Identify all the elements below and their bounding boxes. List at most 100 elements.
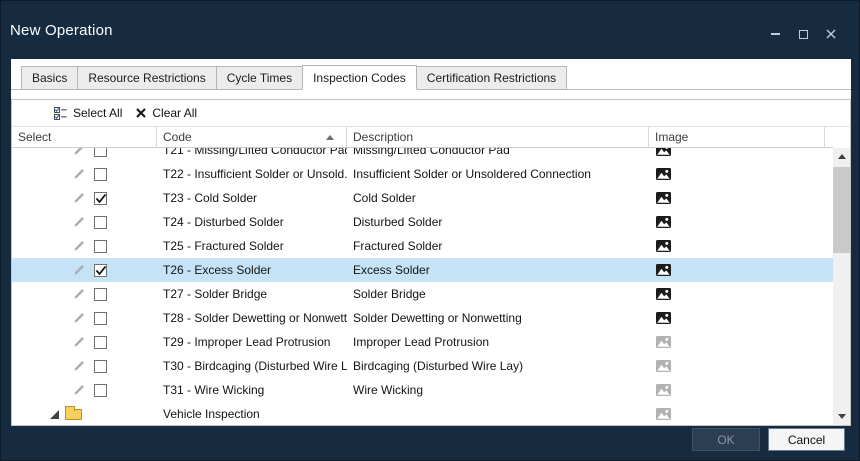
- picture-icon[interactable]: [656, 240, 671, 252]
- image-cell: [649, 162, 825, 186]
- row-checkbox[interactable]: [94, 360, 107, 373]
- image-cell: [649, 186, 825, 210]
- table-row[interactable]: T27 - Solder BridgeSolder Bridge: [12, 282, 833, 306]
- picture-icon[interactable]: [656, 360, 671, 372]
- picture-icon[interactable]: [656, 168, 671, 180]
- maximize-icon[interactable]: [797, 28, 809, 40]
- cancel-button[interactable]: Cancel: [768, 428, 845, 451]
- row-checkbox[interactable]: [94, 168, 107, 181]
- checkmark-icon: [95, 265, 107, 276]
- table-row[interactable]: T29 - Improper Lead ProtrusionImproper L…: [12, 330, 833, 354]
- picture-icon[interactable]: [656, 384, 671, 396]
- select-cell: [12, 378, 157, 402]
- row-checkbox[interactable]: [94, 288, 107, 301]
- picture-icon[interactable]: [656, 216, 671, 228]
- select-cell: [12, 330, 157, 354]
- pencil-icon: [73, 312, 85, 324]
- row-checkbox[interactable]: [94, 336, 107, 349]
- select-cell: [12, 148, 157, 162]
- row-checkbox[interactable]: [94, 312, 107, 325]
- tab-cycle-times[interactable]: Cycle Times: [216, 66, 303, 90]
- column-header-code[interactable]: Code: [157, 127, 347, 147]
- scrollbar-thumb[interactable]: [833, 167, 850, 253]
- tab-basics[interactable]: Basics: [21, 66, 78, 90]
- new-operation-dialog: New Operation BasicsResource Restriction…: [0, 0, 860, 461]
- picture-icon[interactable]: [656, 192, 671, 204]
- minimize-icon[interactable]: [769, 28, 781, 40]
- scroll-down-button[interactable]: [833, 408, 850, 425]
- table-row[interactable]: T21 - Missing/Lifted Conductor PadMissin…: [12, 148, 833, 162]
- picture-icon[interactable]: [656, 312, 671, 324]
- group-row[interactable]: Vehicle Inspection: [12, 402, 833, 425]
- image-cell: [649, 330, 825, 354]
- description-cell: Fractured Solder: [347, 234, 649, 258]
- code-cell: Vehicle Inspection: [157, 402, 347, 425]
- triangle-down-icon: [838, 414, 846, 419]
- vertical-scrollbar[interactable]: [833, 148, 850, 425]
- code-cell: T21 - Missing/Lifted Conductor Pad: [157, 148, 347, 162]
- description-cell: Birdcaging (Disturbed Wire Lay): [347, 354, 649, 378]
- image-cell: [649, 210, 825, 234]
- row-checkbox[interactable]: [94, 384, 107, 397]
- table-row[interactable]: T23 - Cold SolderCold Solder: [12, 186, 833, 210]
- triangle-up-icon: [838, 154, 846, 159]
- code-cell: T24 - Disturbed Solder: [157, 210, 347, 234]
- table-row[interactable]: T22 - Insufficient Solder or Unsold...In…: [12, 162, 833, 186]
- picture-icon[interactable]: [656, 408, 671, 420]
- table-row[interactable]: T30 - Birdcaging (Disturbed Wire L...Bir…: [12, 354, 833, 378]
- close-icon[interactable]: [825, 28, 837, 40]
- table-row[interactable]: T31 - Wire WickingWire Wicking: [12, 378, 833, 402]
- code-cell: T22 - Insufficient Solder or Unsold...: [157, 162, 347, 186]
- tab-inspection-codes[interactable]: Inspection Codes: [302, 65, 417, 90]
- table-row[interactable]: T26 - Excess SolderExcess Solder: [12, 258, 833, 282]
- row-checkbox[interactable]: [94, 148, 107, 157]
- column-header-image[interactable]: Image: [649, 127, 825, 147]
- table-row[interactable]: T24 - Disturbed SolderDisturbed Solder: [12, 210, 833, 234]
- description-cell: Insufficient Solder or Unsoldered Connec…: [347, 162, 649, 186]
- image-cell: [649, 378, 825, 402]
- table-row[interactable]: T25 - Fractured SolderFractured Solder: [12, 234, 833, 258]
- picture-icon[interactable]: [656, 288, 671, 300]
- code-cell: T29 - Improper Lead Protrusion: [157, 330, 347, 354]
- select-cell: [12, 162, 157, 186]
- picture-icon[interactable]: [656, 148, 671, 156]
- group-expander-icon[interactable]: [50, 410, 59, 419]
- table-row[interactable]: T28 - Solder Dewetting or Nonwett...Sold…: [12, 306, 833, 330]
- row-checkbox[interactable]: [94, 264, 107, 277]
- row-checkbox[interactable]: [94, 192, 107, 205]
- picture-icon[interactable]: [656, 264, 671, 276]
- pencil-icon: [73, 240, 85, 252]
- ok-button[interactable]: OK: [692, 428, 760, 451]
- pencil-icon: [73, 148, 85, 156]
- code-cell: T30 - Birdcaging (Disturbed Wire L...: [157, 354, 347, 378]
- tab-certification-restrictions[interactable]: Certification Restrictions: [416, 66, 567, 90]
- tab-resource-restrictions[interactable]: Resource Restrictions: [77, 66, 216, 90]
- clear-all-button[interactable]: Clear All: [136, 106, 197, 120]
- picture-icon[interactable]: [656, 336, 671, 348]
- pencil-icon: [73, 192, 85, 204]
- code-cell: T27 - Solder Bridge: [157, 282, 347, 306]
- select-all-button[interactable]: Select All: [54, 106, 122, 120]
- folder-icon: [65, 409, 82, 420]
- description-cell: Solder Bridge: [347, 282, 649, 306]
- column-header-label: Select: [18, 130, 51, 144]
- image-cell: [649, 148, 825, 162]
- column-header-filler: [825, 127, 833, 147]
- select-cell: [12, 258, 157, 282]
- pencil-icon: [73, 288, 85, 300]
- row-checkbox[interactable]: [94, 216, 107, 229]
- titlebar: New Operation: [1, 1, 859, 59]
- checklist-icon: [54, 107, 67, 120]
- pencil-icon: [73, 264, 85, 276]
- column-header-select[interactable]: Select: [12, 127, 157, 147]
- grid-toolbar: Select All Clear All: [12, 100, 850, 127]
- image-cell: [649, 282, 825, 306]
- column-header-description[interactable]: Description: [347, 127, 649, 147]
- description-cell: [347, 402, 649, 425]
- row-checkbox[interactable]: [94, 240, 107, 253]
- window-controls: [769, 28, 837, 40]
- code-cell: T28 - Solder Dewetting or Nonwett...: [157, 306, 347, 330]
- image-cell: [649, 306, 825, 330]
- select-cell: [12, 306, 157, 330]
- scroll-up-button[interactable]: [833, 148, 850, 165]
